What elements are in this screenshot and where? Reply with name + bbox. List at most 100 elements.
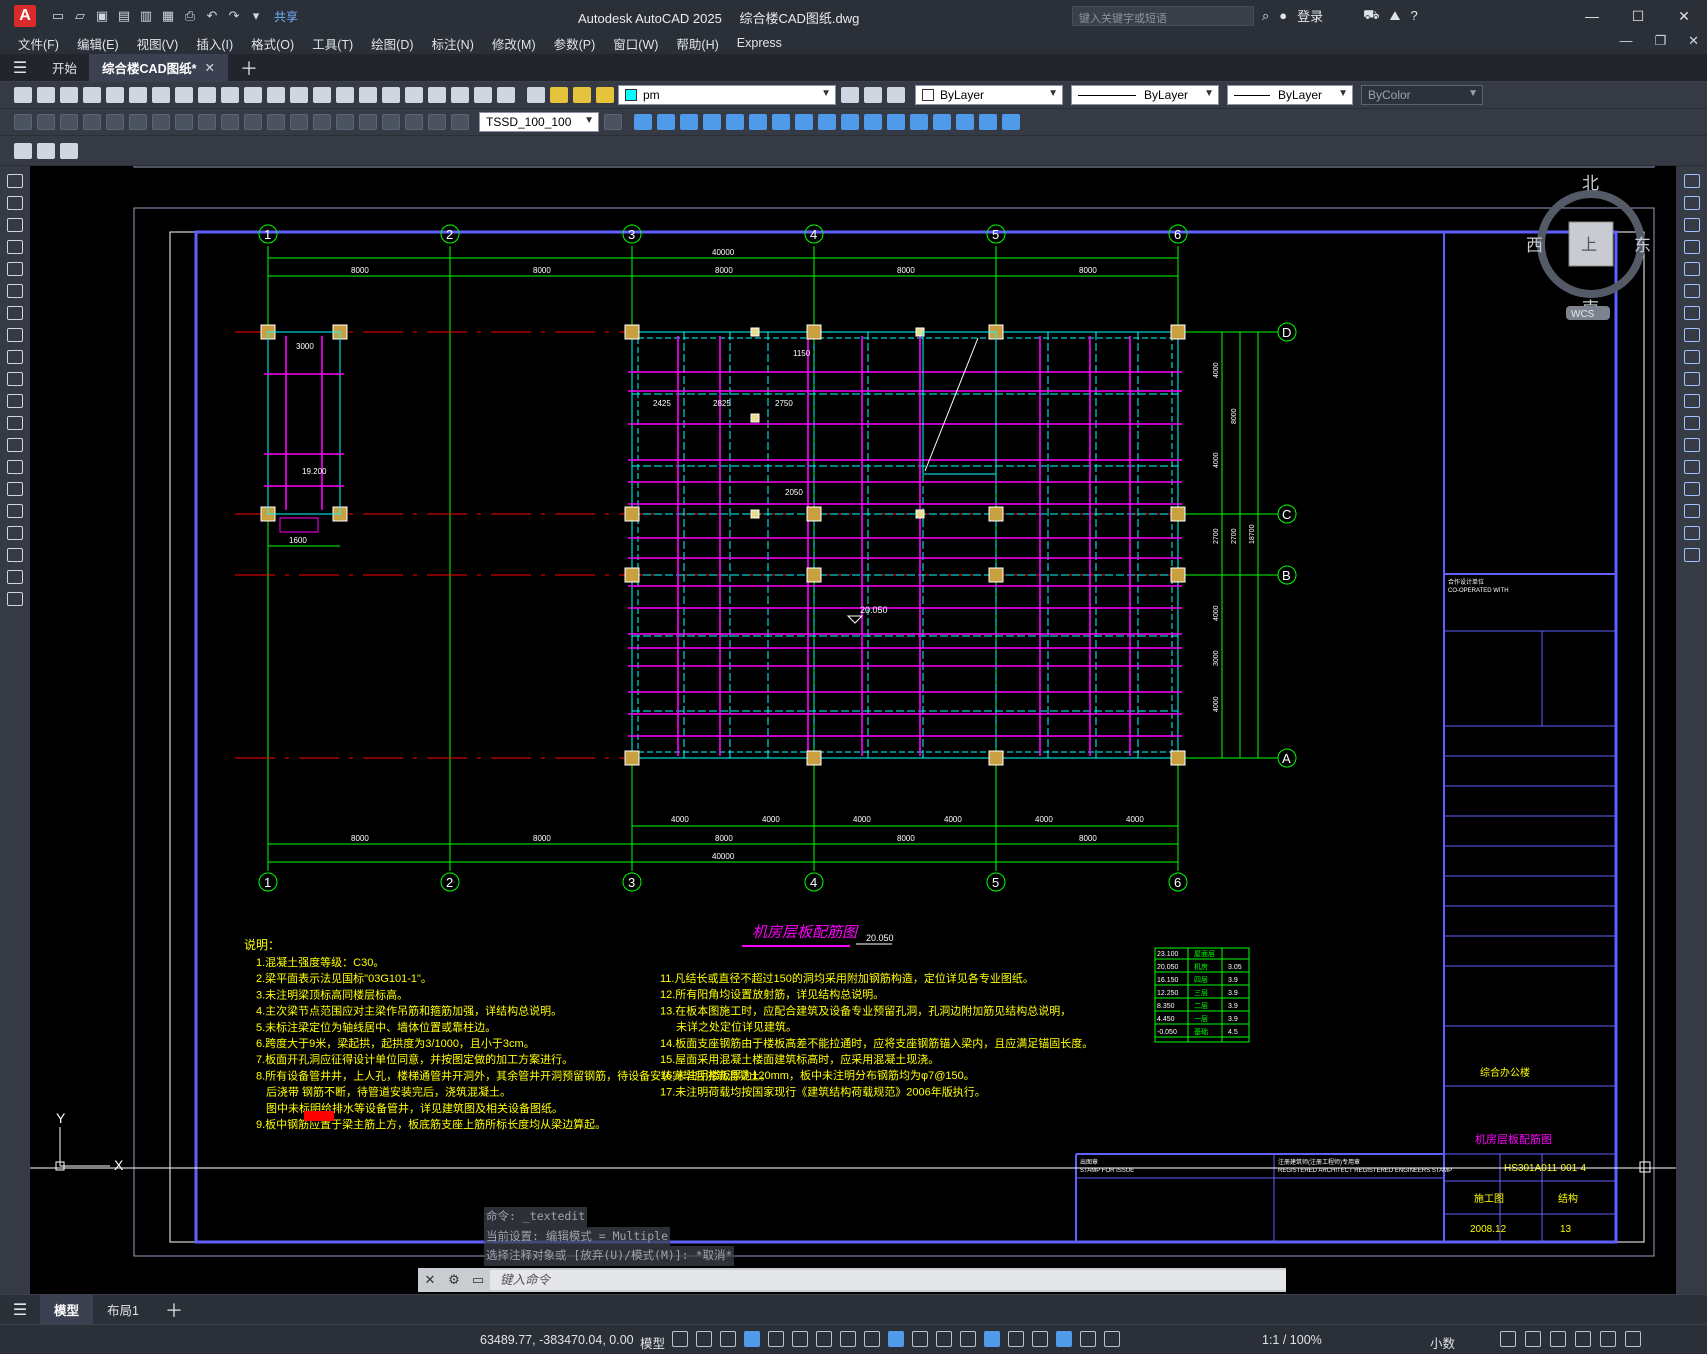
undo-tool-icon[interactable] [244,87,262,103]
menu-hamburger-icon[interactable]: ☰ [0,58,40,78]
open-icon[interactable]: ▱ [72,8,88,24]
customize-chevron-icon[interactable]: ▾ [248,8,264,24]
undo-icon[interactable]: ↶ [204,8,220,24]
snap-icon[interactable] [696,1331,712,1347]
viewcube-west[interactable]: 西 [1526,236,1543,255]
center-mark-icon[interactable] [336,114,354,130]
plot-icon[interactable]: ⎙ [182,8,198,24]
sheet-set-icon[interactable] [451,87,469,103]
blend-icon[interactable] [1683,526,1700,540]
publish-icon[interactable] [129,87,147,103]
layer-on-icon[interactable] [550,87,568,103]
command-close-icon[interactable]: ✕ [418,1272,442,1288]
viewcube[interactable]: 上 北 南 东 西 WCS [1526,174,1651,320]
dimstyle-manager-icon[interactable] [604,114,622,130]
coordinates-readout[interactable]: 63489.77, -383470.04, 0.00 [480,1333,634,1347]
point-icon[interactable] [7,460,23,474]
command-customize-icon[interactable]: ⚙ [442,1272,466,1288]
make-current-icon[interactable] [841,87,859,103]
layer-previous-icon[interactable] [864,87,882,103]
calculator-icon[interactable] [474,87,492,103]
cut-icon[interactable] [152,87,170,103]
add-selected-icon[interactable] [7,592,23,606]
user-icon[interactable]: ● [1279,8,1287,23]
modify-erase-icon[interactable] [979,114,997,130]
ortho-icon[interactable] [768,1331,784,1347]
tab-start[interactable]: 开始 [40,53,91,82]
login-button[interactable]: 登录 [1297,6,1323,25]
zoom-window-icon[interactable] [336,87,354,103]
matchprop-icon[interactable] [221,87,239,103]
modify-fillet-icon[interactable] [933,114,951,130]
properties-icon[interactable] [382,87,400,103]
customization-icon[interactable] [1625,1331,1641,1347]
units-dropdown[interactable]: 小数 [1430,1333,1455,1352]
array-icon[interactable] [1683,262,1700,276]
extend-icon[interactable] [1683,394,1700,408]
linear-dim-icon[interactable] [14,114,32,130]
pan-icon[interactable] [290,87,308,103]
hatch-icon[interactable] [7,482,23,496]
tool-palettes-icon[interactable] [428,87,446,103]
continue-dim-icon[interactable] [244,114,262,130]
doc-minimize-icon[interactable]: — [1619,33,1632,49]
osnap-icon[interactable] [864,1331,880,1347]
add-layout-icon[interactable]: ＋ [165,1297,183,1323]
dim-space-icon[interactable] [267,114,285,130]
polar-icon[interactable] [792,1331,808,1347]
aligned-dim-icon[interactable] [37,114,55,130]
tab-layout1[interactable]: 布局1 [93,1295,153,1325]
zoom-realtime-icon[interactable] [313,87,331,103]
chamfer-icon[interactable] [1683,482,1700,496]
ellipse-arc-icon[interactable] [7,394,23,408]
mirror-icon[interactable] [1683,218,1700,232]
model-space-toggle[interactable]: 模型 [640,1333,665,1352]
new-tab-icon[interactable]: ＋ [240,55,258,81]
join-icon[interactable] [1683,460,1700,474]
tool-b-icon[interactable] [37,142,55,159]
search-input[interactable]: 键入关键字或短语 [1072,6,1254,26]
offset-icon[interactable] [1683,240,1700,254]
dynamic-input-icon[interactable] [744,1331,760,1347]
modify-trim-icon[interactable] [818,114,836,130]
copy-icon[interactable] [175,87,193,103]
transparency-icon[interactable] [912,1331,928,1347]
jogged-dim-icon[interactable] [129,114,147,130]
modify-rotate-icon[interactable] [749,114,767,130]
quick-dim-icon[interactable] [198,114,216,130]
autocad-logo-icon[interactable]: A [14,5,36,27]
table-icon[interactable] [7,548,23,562]
scale-icon[interactable] [1683,328,1700,342]
command-input[interactable]: 键入命令 [490,1270,1286,1290]
explode-icon[interactable] [1683,548,1700,562]
dynamic-ucs-icon[interactable] [984,1331,1000,1347]
ordinate-dim-icon[interactable] [83,114,101,130]
save-as-icon[interactable]: ▤ [116,8,132,24]
menu-insert[interactable]: 插入(I) [196,34,233,53]
tolerance-icon[interactable] [313,114,331,130]
lineweight-dropdown[interactable]: ByLayer ▼ [1227,85,1353,105]
lineweight-icon[interactable] [888,1331,904,1347]
share-button[interactable]: 共享 [274,8,298,25]
save-web-icon[interactable]: ▦ [160,8,176,24]
arc-length-icon[interactable] [60,114,78,130]
modify-stretch-icon[interactable] [795,114,813,130]
print-icon[interactable] [83,87,101,103]
spline-icon[interactable] [7,350,23,364]
break-icon[interactable] [1683,438,1700,452]
menu-draw[interactable]: 绘图(D) [371,34,413,53]
doc-restore-icon[interactable]: ❐ [1654,33,1666,49]
trim-icon[interactable] [1683,372,1700,386]
selection-filter-icon[interactable] [1008,1331,1024,1347]
menu-tools[interactable]: 工具(T) [312,34,353,53]
circle-icon[interactable] [7,306,23,320]
angular-dim-icon[interactable] [175,114,193,130]
tool-a-icon[interactable] [14,142,32,159]
dim-text-edit-icon[interactable] [428,114,446,130]
modify-offset-icon[interactable] [680,114,698,130]
layer-dropdown[interactable]: pm ▼ [618,85,836,105]
erase-icon[interactable] [1683,174,1700,188]
mtext-icon[interactable] [7,570,23,584]
help-icon[interactable]: ? [1410,8,1417,23]
polyline-icon[interactable] [7,218,23,232]
